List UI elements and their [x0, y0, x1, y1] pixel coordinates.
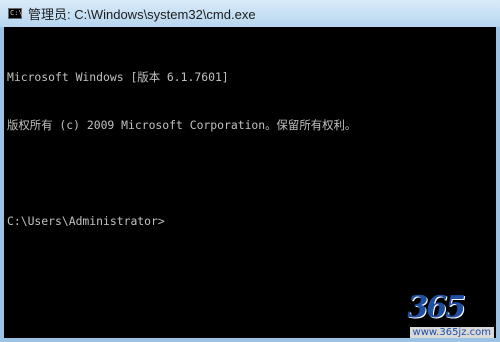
- cmd-window: C:\ 管理员: C:\Windows\system32\cmd.exe Mic…: [0, 0, 500, 342]
- cmd-icon[interactable]: C:\: [8, 8, 23, 19]
- title-bar[interactable]: C:\ 管理员: C:\Windows\system32\cmd.exe: [0, 0, 500, 27]
- watermark-logo: 365: [407, 290, 466, 325]
- console-prompt[interactable]: C:\Users\Administrator>: [7, 213, 356, 229]
- site-watermark: 365 www.365jz.com: [374, 290, 494, 338]
- window-title: 管理员: C:\Windows\system32\cmd.exe: [28, 7, 256, 22]
- console-line-version: Microsoft Windows [版本 6.1.7601]: [7, 70, 229, 84]
- watermark-url: www.365jz.com: [409, 327, 494, 338]
- console-text-area: Microsoft Windows [版本 6.1.7601] 版权所有 (c)…: [7, 37, 356, 261]
- console-line-copyright: 版权所有 (c) 2009 Microsoft Corporation。保留所有…: [7, 118, 357, 132]
- console-line-blank: [7, 165, 356, 181]
